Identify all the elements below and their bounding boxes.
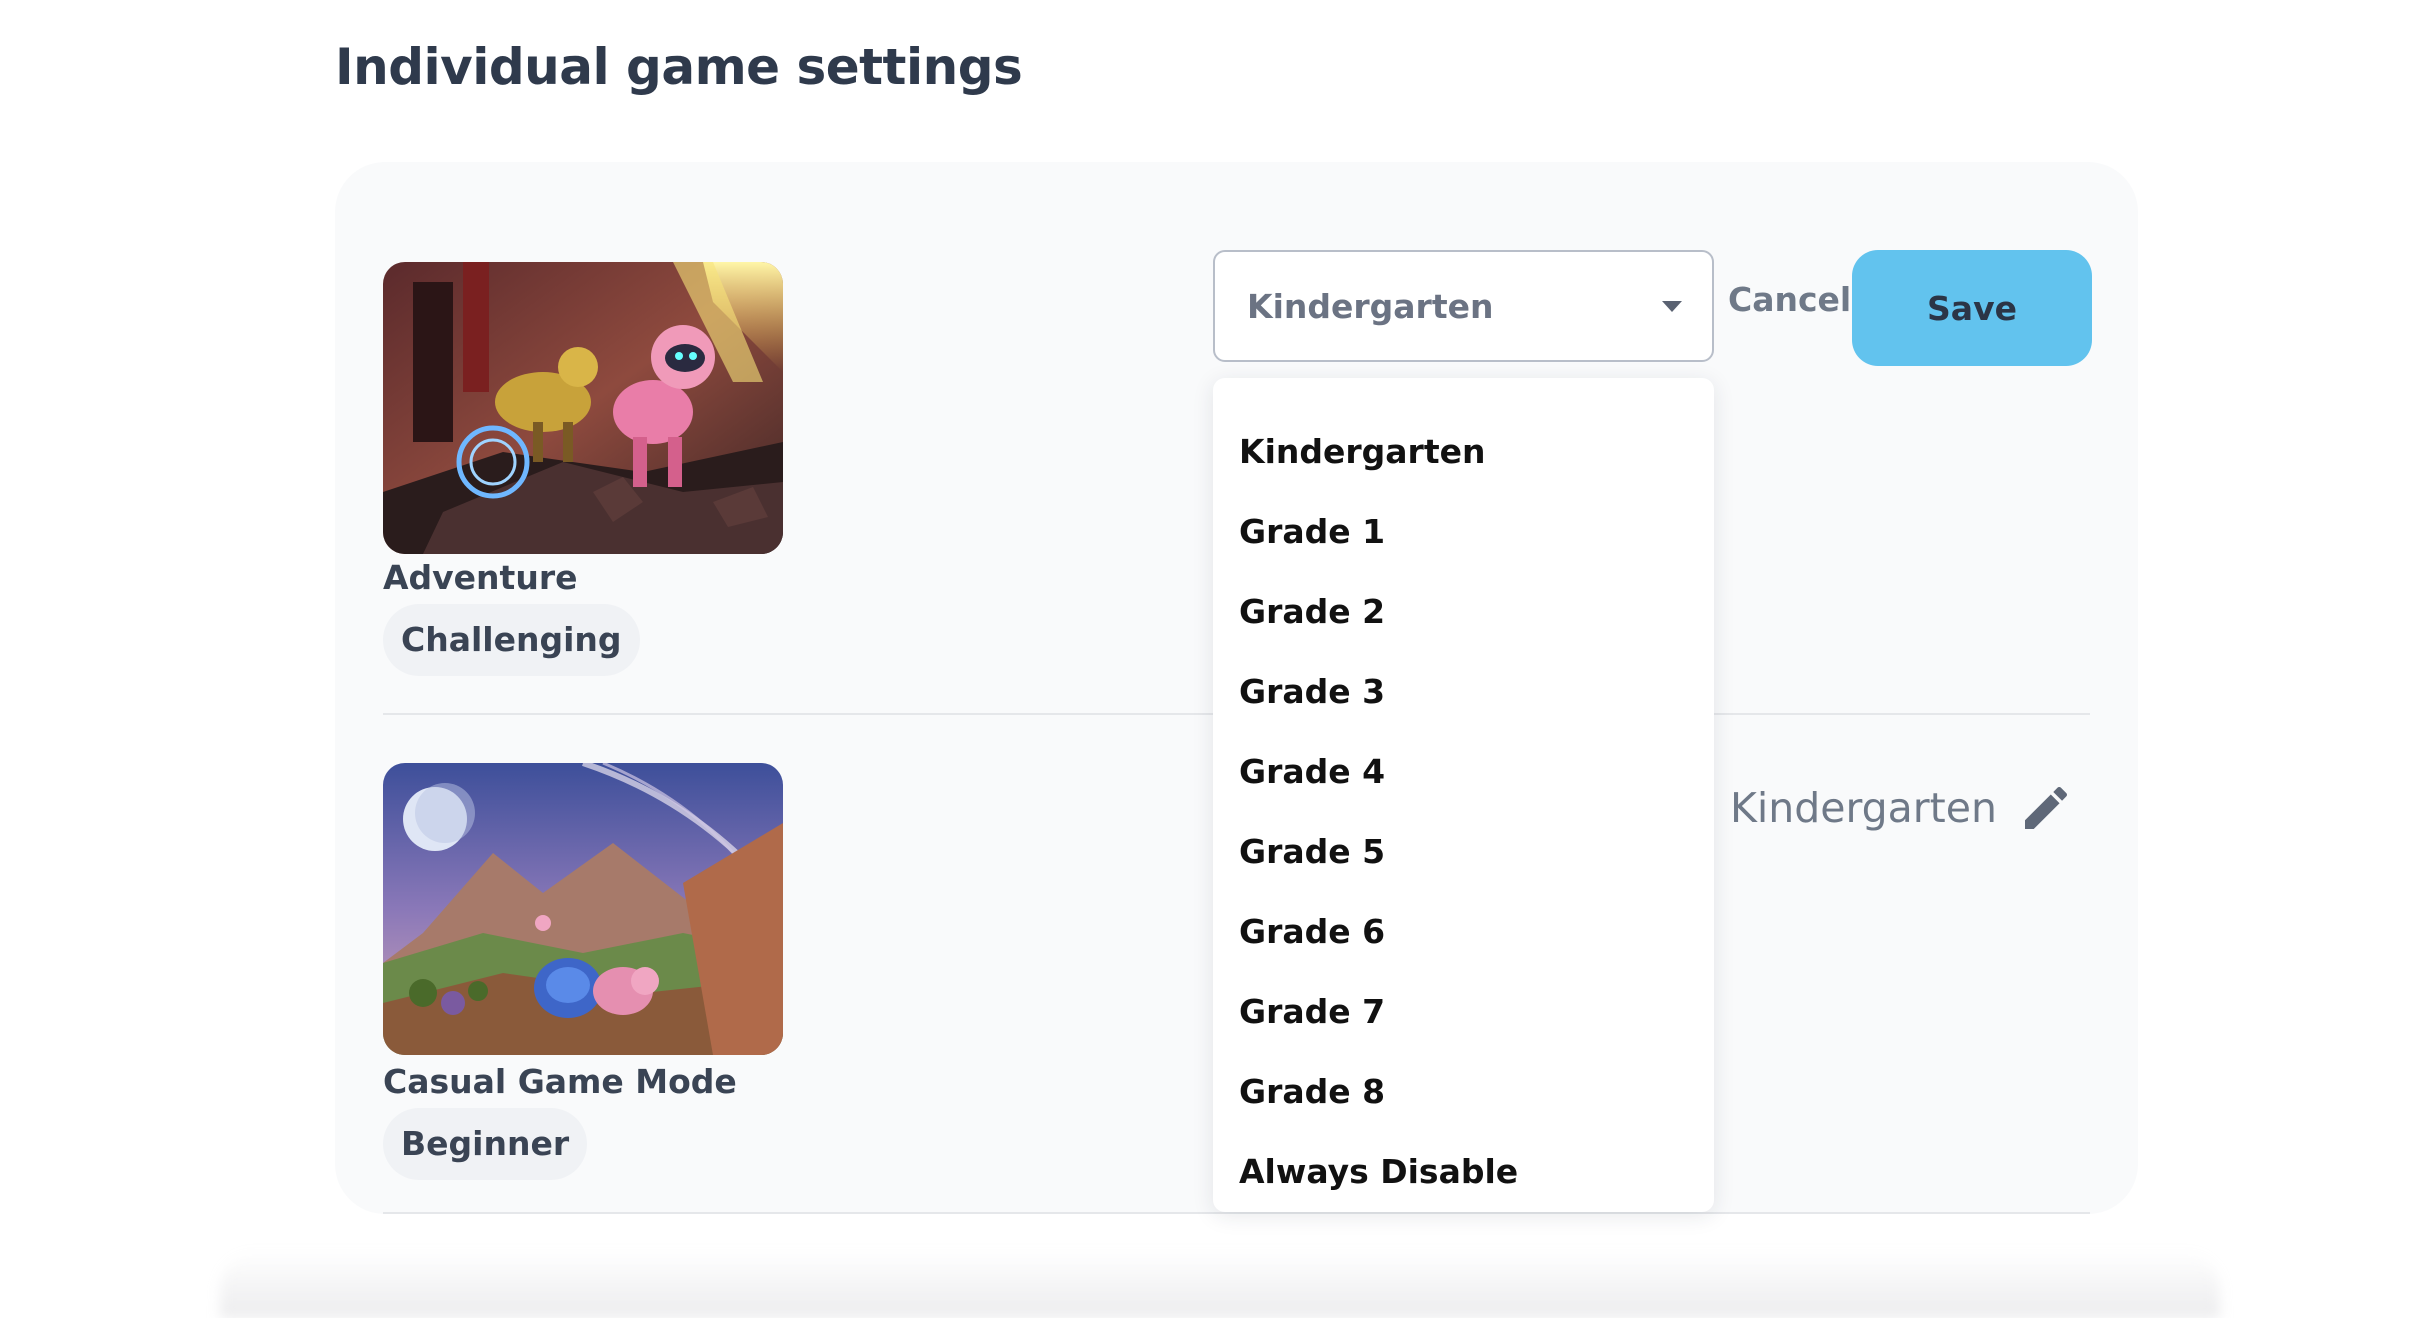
option-grade-7[interactable]: Grade 7 (1213, 972, 1714, 1052)
grade-select[interactable]: Kindergarten (1213, 250, 1714, 362)
pencil-icon-glyph (2025, 786, 2068, 829)
game-name: Casual Game Mode (383, 1062, 737, 1101)
page-title: Individual game settings (335, 38, 1023, 96)
casual-game-thumbnail (383, 763, 783, 1055)
difficulty-badge: Challenging (383, 604, 640, 676)
save-button[interactable]: Save (1852, 250, 2092, 366)
option-always-disable[interactable]: Always Disable (1213, 1132, 1714, 1212)
game-name: Adventure (383, 558, 578, 597)
grade-dropdown-menu: Kindergarten Grade 1 Grade 2 Grade 3 Gra… (1213, 378, 1714, 1212)
option-grade-4[interactable]: Grade 4 (1213, 732, 1714, 812)
pencil-icon[interactable] (2018, 780, 2074, 836)
adventure-game-thumbnail (383, 262, 783, 554)
difficulty-badge: Beginner (383, 1108, 588, 1180)
casual-artwork (383, 763, 783, 1055)
chevron-down-icon (1662, 301, 1682, 312)
row-divider (383, 1212, 2090, 1214)
option-kindergarten[interactable]: Kindergarten (1213, 412, 1714, 492)
option-grade-3[interactable]: Grade 3 (1213, 652, 1714, 732)
option-grade-5[interactable]: Grade 5 (1213, 812, 1714, 892)
bottom-shadow (220, 1250, 2220, 1318)
option-grade-6[interactable]: Grade 6 (1213, 892, 1714, 972)
option-grade-1[interactable]: Grade 1 (1213, 492, 1714, 572)
option-grade-8[interactable]: Grade 8 (1213, 1052, 1714, 1132)
option-grade-2[interactable]: Grade 2 (1213, 572, 1714, 652)
selected-grade-value: Kindergarten (1730, 784, 1997, 832)
adventure-artwork (383, 262, 783, 554)
cancel-button[interactable]: Cancel (1728, 280, 1851, 319)
grade-select-value: Kindergarten (1247, 286, 1494, 326)
